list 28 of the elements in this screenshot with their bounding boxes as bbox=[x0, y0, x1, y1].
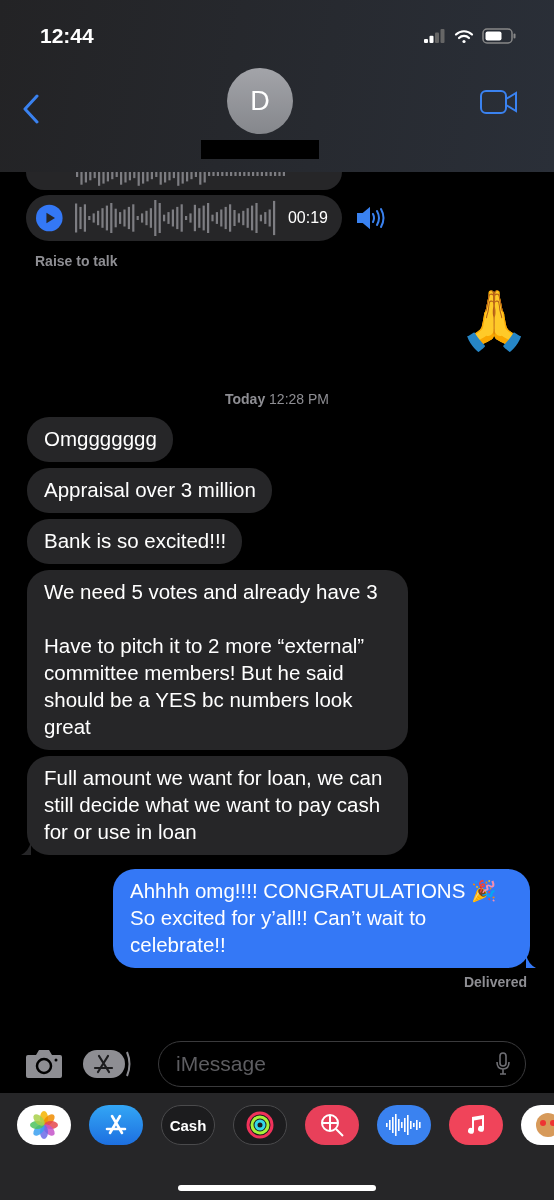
microphone-icon[interactable] bbox=[495, 1052, 511, 1076]
camera-icon[interactable] bbox=[24, 1048, 64, 1080]
battery-icon bbox=[482, 28, 516, 44]
image-search-icon[interactable] bbox=[305, 1105, 359, 1145]
incoming-message-bubble: We need 5 votes and already have 3 Have to pitch it to 2 more “external” committee members! But he said should be a YES bc numbers look great bbox=[27, 570, 408, 750]
voice-message-bubble[interactable] bbox=[26, 172, 342, 190]
music-note-icon[interactable] bbox=[449, 1105, 503, 1145]
video-camera-icon[interactable] bbox=[480, 90, 518, 114]
voice-duration: 00:19 bbox=[287, 209, 328, 227]
back-chevron-icon[interactable] bbox=[22, 94, 40, 124]
delivery-status: Delivered bbox=[463, 974, 527, 990]
voice-message-bubble[interactable]: 00:19 bbox=[26, 195, 342, 241]
incoming-message-bubble: Appraisal over 3 million bbox=[27, 468, 272, 513]
raise-to-talk-hint: Raise to talk bbox=[35, 253, 119, 269]
activity-rings-icon[interactable] bbox=[233, 1105, 287, 1145]
play-icon[interactable] bbox=[36, 204, 63, 232]
incoming-message-bubble: Omggggggg bbox=[27, 417, 173, 462]
wifi-icon bbox=[454, 28, 474, 44]
cash-app-button[interactable]: Cash bbox=[161, 1105, 215, 1145]
photos-app-icon[interactable] bbox=[17, 1105, 71, 1145]
signal-icon bbox=[424, 29, 446, 43]
app-store-icon[interactable] bbox=[89, 1105, 143, 1145]
message-timestamp: Today 12:28 PM bbox=[225, 391, 329, 407]
speaker-icon[interactable] bbox=[356, 207, 386, 229]
audio-message-icon[interactable] bbox=[377, 1105, 431, 1145]
incoming-message-bubble: Bank is so excited!!! bbox=[27, 519, 243, 564]
status-time: 12:44 bbox=[40, 24, 94, 48]
app-store-toggle-icon[interactable] bbox=[82, 1047, 132, 1081]
